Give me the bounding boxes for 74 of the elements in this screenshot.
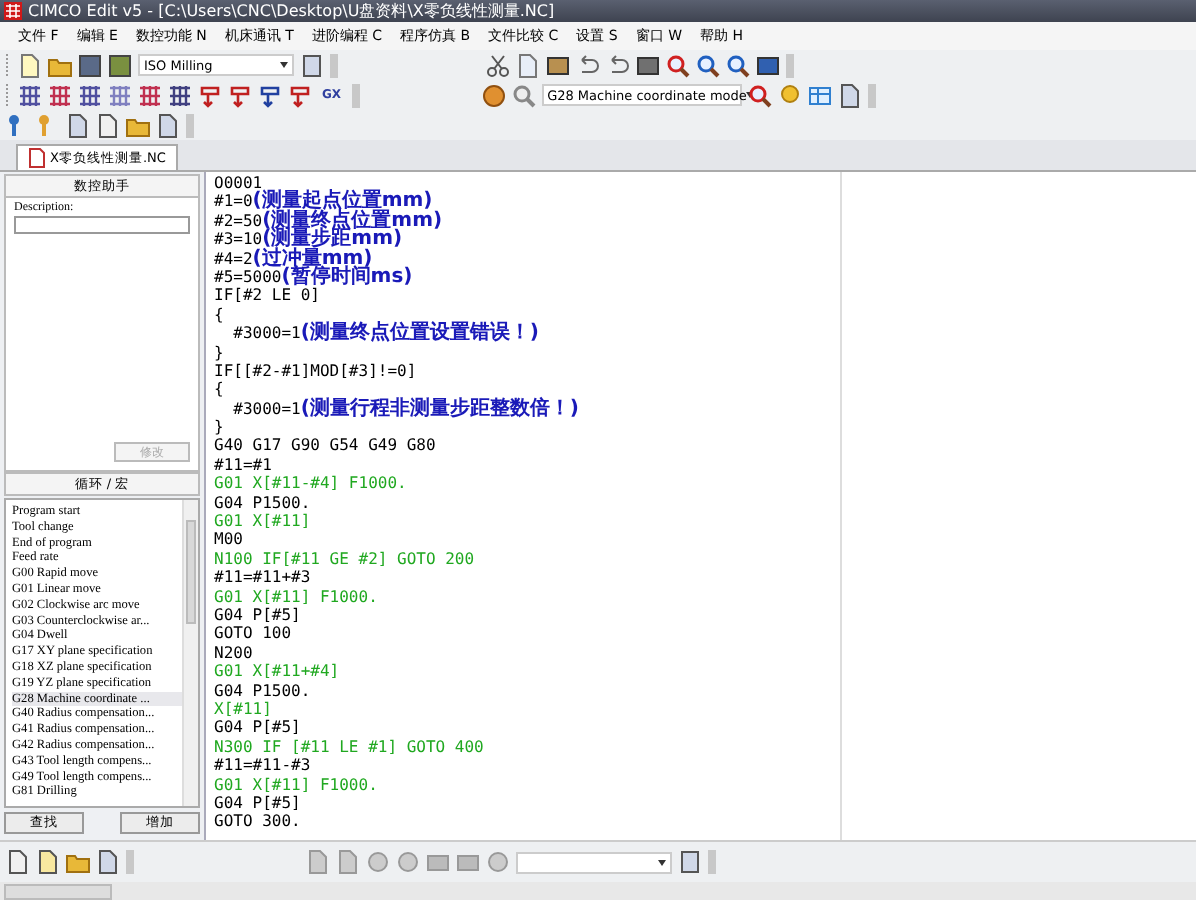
code-line: GOTO 100: [214, 624, 294, 644]
code-line: }: [214, 418, 226, 437]
code-line: N200: [214, 643, 253, 663]
grid-icon[interactable]: [48, 83, 72, 107]
grid-icon[interactable]: [18, 83, 42, 107]
document-icon: [28, 148, 46, 168]
code-line: IF[[#2-#1]MOD[#3]!=0]: [214, 361, 419, 381]
redo-icon[interactable]: [606, 53, 630, 77]
bracket-icon[interactable]: [288, 83, 312, 107]
toolbar-grip[interactable]: [786, 53, 794, 77]
bracket-icon[interactable]: [258, 83, 282, 107]
code-line: IF[#2 LE 0]: [214, 286, 322, 306]
toolbar-grip[interactable]: [186, 113, 194, 137]
code-line: #1=0(测量起点位置mm): [214, 192, 433, 212]
code-line: #11=#11-#3: [214, 756, 313, 775]
code-line: G04 P1500.: [214, 681, 313, 700]
clipboard-icon[interactable]: [300, 53, 324, 77]
copy-icon[interactable]: [6, 850, 30, 874]
code-line: N300 IF [#11 LE #1] GOTO 400: [214, 737, 486, 757]
window-icon[interactable]: [756, 53, 780, 77]
code-line: #11=#11+#3: [214, 568, 313, 588]
search-icon[interactable]: [511, 83, 536, 107]
clipboard-icon[interactable]: [678, 850, 702, 874]
search-icon[interactable]: [666, 53, 690, 77]
toolbar-grip[interactable]: [708, 850, 716, 874]
code-line: G04 P[#5]: [214, 793, 303, 813]
description-field[interactable]: [14, 216, 190, 234]
code-line: G01 X[#11] F1000.: [214, 775, 380, 794]
toolbar-grip[interactable]: [330, 53, 338, 77]
toolbar-grip[interactable]: [867, 83, 876, 107]
table-icon[interactable]: [807, 83, 832, 107]
code-line: G01 X[#11+#4]: [214, 662, 342, 682]
code-line: #3000=1(测量终点位置设置错误！): [231, 324, 541, 344]
clipboard-icon[interactable]: [96, 850, 120, 874]
code-line: G01 X[#11]: [214, 512, 313, 531]
caret-icon: [280, 62, 288, 68]
code-line: #2=50(测量终点位置mm): [214, 211, 445, 231]
caret-icon: [658, 859, 666, 865]
code-line: {: [214, 380, 226, 400]
code-line: M00: [214, 530, 245, 550]
code-line: G40 G17 G90 G54 G49 G80: [214, 436, 438, 456]
code-line: {: [214, 305, 226, 325]
code-line: N100 IF[#11 GE #2] GOTO 200: [214, 549, 477, 569]
code-line: X[#11]: [214, 699, 274, 719]
code-line: }: [214, 343, 226, 362]
code-line: G01 X[#11-#4] F1000.: [214, 474, 409, 494]
bracket-icon[interactable]: [198, 83, 222, 107]
undo-icon[interactable]: [576, 53, 600, 77]
scrollbar[interactable]: [182, 500, 198, 806]
grid-icon[interactable]: [78, 83, 102, 107]
code-line: #3000=1(测量行程非测量步距整数倍！): [231, 399, 581, 419]
code-line: #11=#1: [214, 455, 274, 475]
code-line: #3=10(测量步距mm): [214, 230, 403, 250]
scrollbar[interactable]: [4, 883, 112, 899]
code-line: G04 P[#5]: [214, 605, 303, 625]
zoom-out-icon[interactable]: [726, 53, 750, 77]
window-title: CIMCO Edit v5 - [C:\Users\CNC\Desktop\U盘资料\X零负线性测量.NC]: [28, 0, 555, 22]
grid-icon[interactable]: [168, 83, 192, 107]
code-editor[interactable]: [206, 172, 840, 840]
code-line: #5=5000(暂停时间ms): [214, 267, 415, 287]
code-line: GOTO 300.: [214, 812, 303, 832]
bracket-icon[interactable]: [228, 83, 252, 107]
code-line: G04 P1500.: [214, 493, 313, 513]
toolbar-grip[interactable]: [351, 83, 360, 107]
code-line: O0001: [214, 174, 263, 192]
toolbar-grip[interactable]: [126, 850, 134, 874]
code-line: #4=2(过冲量mm): [214, 249, 373, 268]
code-line: G01 X[#11] F1000.: [214, 587, 380, 606]
scissors-icon[interactable]: [486, 53, 510, 77]
zoom-in-icon[interactable]: [696, 53, 720, 77]
search-icon[interactable]: [747, 83, 772, 107]
code-line: G04 P[#5]: [214, 718, 303, 738]
folder-icon[interactable]: [66, 850, 90, 874]
grid-icon[interactable]: [138, 83, 162, 107]
